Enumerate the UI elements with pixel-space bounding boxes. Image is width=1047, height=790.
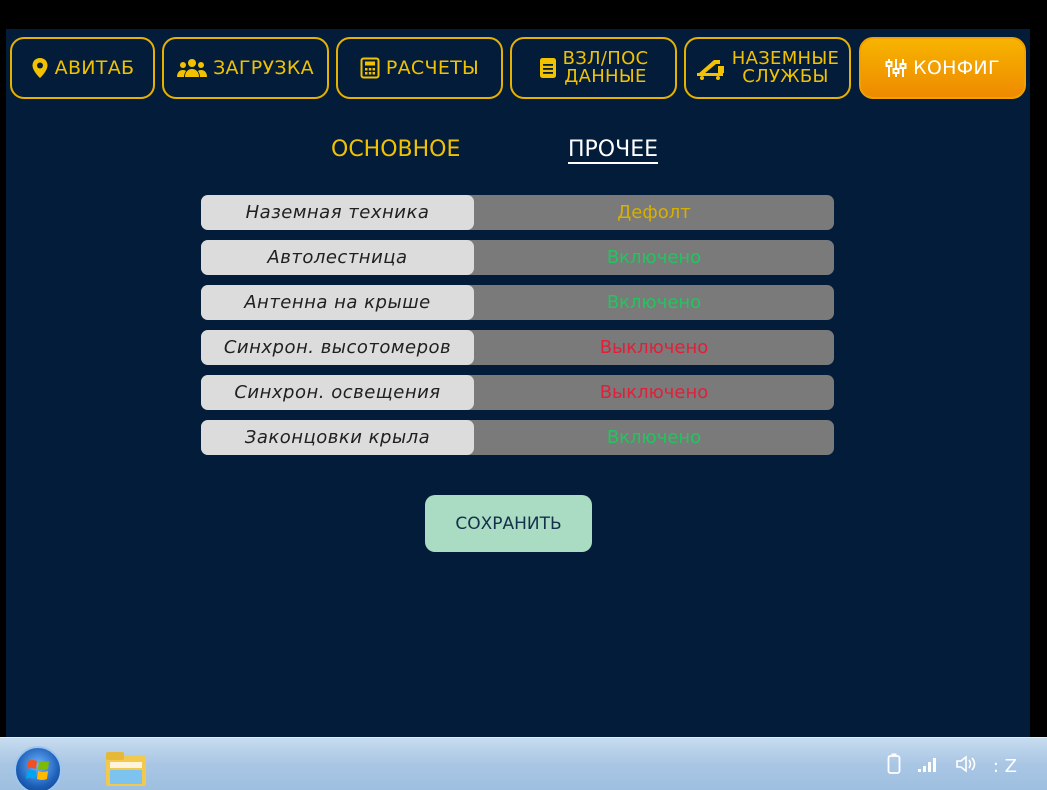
- setting-label: Автолестница: [201, 240, 474, 275]
- setting-value[interactable]: Включено: [474, 240, 834, 275]
- calculator-icon: [360, 57, 380, 79]
- tab-calculations[interactable]: РАСЧЕТЫ: [336, 37, 503, 99]
- clock[interactable]: : Z: [993, 756, 1017, 777]
- map-pin-icon: [31, 57, 49, 79]
- tab-takeoff-landing-line2: ДАННЫЕ: [564, 66, 647, 87]
- setting-roof-antenna[interactable]: Антенна на крыше Включено: [201, 285, 834, 320]
- system-tray: : Z: [887, 753, 1017, 780]
- setting-label: Законцовки крыла: [201, 420, 474, 455]
- app-window: АВИТАБ ЗАГРУЗКА РАСЧЕТЫ ВЗЛ/ПОС ДАННЫЕ Н…: [6, 29, 1030, 737]
- tab-avitab[interactable]: АВИТАБ: [10, 37, 155, 99]
- setting-value[interactable]: Дефолт: [474, 195, 834, 230]
- taskbar: : Z: [0, 737, 1047, 790]
- stairs-truck-icon: [696, 56, 726, 80]
- setting-wingtips[interactable]: Законцовки крыла Включено: [201, 420, 834, 455]
- setting-value[interactable]: Выключено: [474, 375, 834, 410]
- start-button[interactable]: [14, 746, 62, 790]
- signal-icon[interactable]: [917, 755, 939, 778]
- file-explorer-icon[interactable]: [104, 750, 148, 788]
- setting-value[interactable]: Выключено: [474, 330, 834, 365]
- subtab-other[interactable]: ПРОЧЕЕ: [568, 137, 658, 162]
- tab-config-label: КОНФИГ: [913, 57, 1000, 79]
- save-button[interactable]: СОХРАНИТЬ: [425, 495, 592, 552]
- setting-label: Синхрон. освещения: [201, 375, 474, 410]
- battery-icon[interactable]: [887, 753, 901, 780]
- users-icon: [177, 57, 208, 79]
- top-navigation: АВИТАБ ЗАГРУЗКА РАСЧЕТЫ ВЗЛ/ПОС ДАННЫЕ Н…: [6, 37, 1030, 99]
- tab-ground-services[interactable]: НАЗЕМНЫЕ СЛУЖБЫ: [684, 37, 851, 99]
- tab-loading[interactable]: ЗАГРУЗКА: [162, 37, 329, 99]
- tab-takeoff-landing-data[interactable]: ВЗЛ/ПОС ДАННЫЕ: [510, 37, 677, 99]
- windows-logo-icon: [26, 760, 49, 780]
- document-icon: [539, 57, 557, 79]
- setting-air-stairs[interactable]: Автолестница Включено: [201, 240, 834, 275]
- setting-altimeter-sync[interactable]: Синхрон. высотомеров Выключено: [201, 330, 834, 365]
- setting-value[interactable]: Включено: [474, 285, 834, 320]
- setting-label: Наземная техника: [201, 195, 474, 230]
- tab-config[interactable]: КОНФИГ: [859, 37, 1026, 99]
- setting-label: Синхрон. высотомеров: [201, 330, 474, 365]
- tab-loading-label: ЗАГРУЗКА: [213, 57, 314, 79]
- tab-ground-services-line2: СЛУЖБЫ: [742, 66, 829, 87]
- tab-calculations-label: РАСЧЕТЫ: [385, 57, 480, 79]
- setting-value[interactable]: Включено: [474, 420, 834, 455]
- subtab-main[interactable]: ОСНОВНОЕ: [331, 137, 460, 162]
- settings-list: Наземная техника Дефолт Автолестница Вкл…: [201, 195, 834, 465]
- tab-avitab-label: АВИТАБ: [54, 57, 135, 79]
- setting-label: Антенна на крыше: [201, 285, 474, 320]
- setting-ground-equipment[interactable]: Наземная техника Дефолт: [201, 195, 834, 230]
- volume-icon[interactable]: [955, 755, 977, 778]
- sliders-icon: [885, 57, 907, 79]
- setting-lighting-sync[interactable]: Синхрон. освещения Выключено: [201, 375, 834, 410]
